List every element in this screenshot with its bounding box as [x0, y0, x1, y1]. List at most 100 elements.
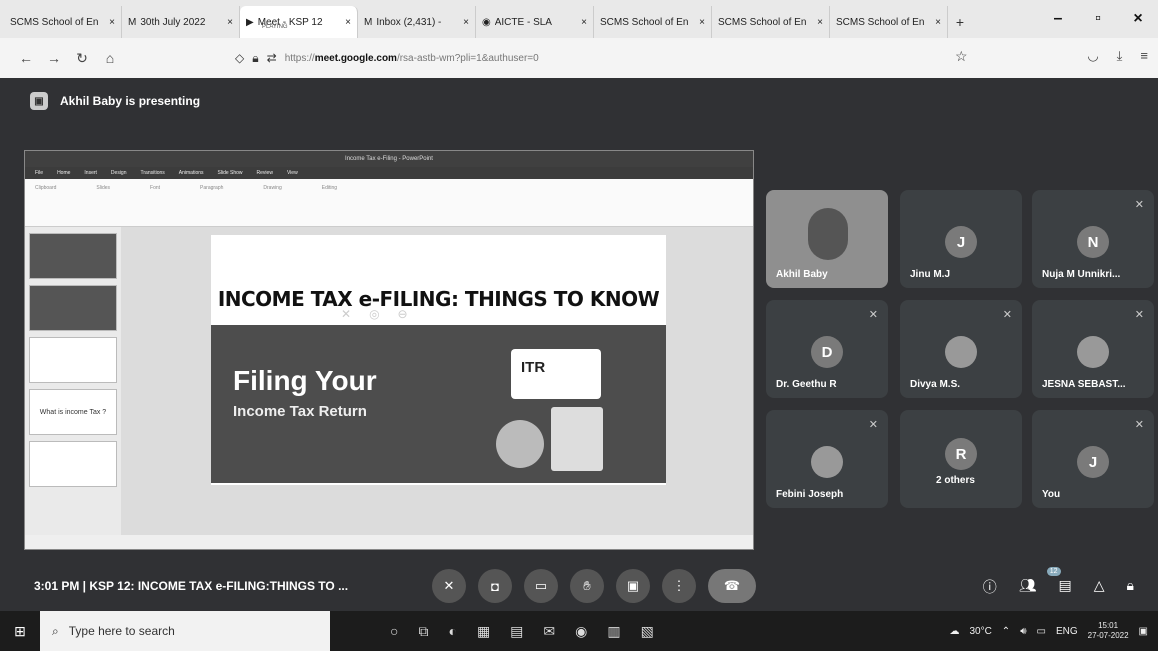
- back-icon[interactable]: ←: [12, 50, 40, 66]
- notifications-icon[interactable]: ▣: [1139, 626, 1148, 637]
- powerpoint-statusbar: [25, 535, 753, 549]
- mail-icon[interactable]: ✉: [543, 623, 555, 640]
- address-bar[interactable]: ◇ 🔒︎ ⇄ https://meet.google.com/rsa-astb-…: [235, 44, 995, 72]
- close-icon[interactable]: ×: [699, 17, 705, 28]
- participant-tile-self[interactable]: ✕ J You: [1032, 410, 1154, 508]
- browser-tab[interactable]: SCMS School of En ×: [712, 6, 830, 38]
- firefox-icon[interactable]: ◉: [575, 623, 587, 640]
- clock[interactable]: 15:01 27-07-2022: [1088, 621, 1129, 641]
- window-controls: – ▫ ×: [1038, 0, 1158, 38]
- cortana-icon[interactable]: ○: [390, 623, 398, 640]
- permissions-icon[interactable]: ⇄: [267, 51, 277, 65]
- close-window-icon[interactable]: ×: [1118, 0, 1158, 38]
- browser-tab[interactable]: SCMS School of En ×: [594, 6, 712, 38]
- browser-tab[interactable]: ◉ AICTE - SLA ×: [476, 6, 594, 38]
- url-host: meet.google.com: [314, 52, 397, 64]
- download-icon[interactable]: ⤓: [1117, 48, 1123, 64]
- call-controls: ✕ ◘ ▭ ✋︎ ▣ ⋮ ☎: [432, 569, 756, 603]
- presenter-banner: ▣ Akhil Baby is presenting: [30, 92, 200, 110]
- windows-start-icon[interactable]: ⊞: [0, 623, 40, 640]
- taskbar-apps: ○ ⧉ ◐ ▦ ▤ ✉ ◉ ▥ ▧: [390, 623, 654, 640]
- close-icon[interactable]: ×: [817, 17, 823, 28]
- avatar: J: [945, 226, 977, 258]
- banner-heading: Filing Your: [233, 365, 377, 396]
- browser-tab-active[interactable]: ▶ Meet - KSP 12 PLAYING ×: [240, 6, 358, 38]
- store-icon[interactable]: ▤: [510, 623, 523, 640]
- app-icon[interactable]: ▥: [607, 623, 620, 640]
- browser-tab[interactable]: M 30th July 2022 ×: [122, 6, 240, 38]
- gmail-icon: M: [128, 16, 137, 28]
- system-tray: ☁ 30°C ⌃ 🔊︎ ▭ ENG 15:01 27-07-2022 ▣: [949, 611, 1148, 651]
- reload-icon[interactable]: ↻: [68, 50, 96, 67]
- current-slide: INCOME TAX e-FILING: THINGS TO KNOW ✕ ◎ …: [211, 235, 666, 485]
- minimize-icon[interactable]: –: [1038, 0, 1078, 38]
- bookmark-star-icon[interactable]: ☆: [955, 48, 968, 65]
- weather-icon[interactable]: ☁: [949, 626, 959, 637]
- info-icon[interactable]: ⓘ: [983, 577, 997, 597]
- close-icon[interactable]: ×: [345, 17, 351, 28]
- activities-icon[interactable]: △: [1094, 577, 1105, 597]
- close-icon[interactable]: ×: [935, 17, 941, 28]
- chevron-up-icon[interactable]: ⌃: [1002, 626, 1010, 637]
- participant-tile[interactable]: ✕ N Nuja M Unnikri...: [1032, 190, 1154, 288]
- more-options-button[interactable]: ⋮: [662, 569, 696, 603]
- edge-icon[interactable]: ◐: [448, 623, 456, 640]
- participant-tile[interactable]: J Jinu M.J: [900, 190, 1022, 288]
- volume-icon[interactable]: 🔊︎: [1020, 626, 1026, 637]
- participant-tile[interactable]: ✕ JESNA SEBAST...: [1032, 300, 1154, 398]
- end-call-button[interactable]: ☎: [708, 569, 756, 603]
- calculator-illustration: [551, 407, 603, 471]
- chat-icon[interactable]: ▤: [1059, 577, 1072, 597]
- lang[interactable]: ENG: [1056, 626, 1078, 637]
- forward-icon[interactable]: →: [40, 50, 68, 66]
- app-icon[interactable]: ▦: [477, 623, 490, 640]
- presenting-text: Akhil Baby is presenting: [60, 94, 201, 108]
- maximize-icon[interactable]: ▫: [1078, 0, 1118, 38]
- mic-off-icon[interactable]: ✕: [341, 307, 351, 321]
- browser-tab[interactable]: SCMS School of En ×: [4, 6, 122, 38]
- participant-tile-others[interactable]: R 2 others: [900, 410, 1022, 508]
- present-button[interactable]: ▣: [616, 569, 650, 603]
- taskbar-search[interactable]: ⌕ Type here to search: [40, 611, 330, 651]
- pocket-icon[interactable]: ◡: [1087, 48, 1098, 64]
- home-icon[interactable]: ⌂: [96, 50, 124, 66]
- remove-icon[interactable]: ⊖: [398, 307, 408, 321]
- new-tab-button[interactable]: +: [948, 6, 972, 38]
- task-view-icon[interactable]: ⧉: [418, 623, 428, 640]
- avatar: J: [1077, 446, 1109, 478]
- mic-toggle-button[interactable]: ✕: [432, 569, 466, 603]
- windows-taskbar: ⊞ ⌕ Type here to search ○ ⧉ ◐ ▦ ▤ ✉ ◉ ▥ …: [0, 611, 1158, 651]
- mic-off-icon: ✕: [868, 309, 878, 321]
- browser-tab[interactable]: M Inbox (2,431) - ×: [358, 6, 476, 38]
- avatar: [1077, 336, 1109, 368]
- host-controls-icon[interactable]: 🔒︎: [1127, 577, 1134, 597]
- browser-tab[interactable]: SCMS School of En ×: [830, 6, 948, 38]
- shield-icon: ◇: [235, 51, 245, 65]
- participant-tile[interactable]: ✕ Febini Joseph: [766, 410, 888, 508]
- people-icon[interactable]: 👥︎ 12: [1019, 567, 1061, 597]
- meet-icon: ▶: [246, 16, 254, 28]
- close-icon[interactable]: ×: [227, 17, 233, 28]
- menu-icon[interactable]: ≡: [1140, 48, 1148, 64]
- raise-hand-button[interactable]: ✋︎: [570, 569, 604, 603]
- mic-off-icon: ✕: [1134, 199, 1144, 211]
- close-icon[interactable]: ×: [463, 17, 469, 28]
- network-icon[interactable]: ▭: [1037, 626, 1046, 637]
- participant-tile[interactable]: ✕ Divya M.S.: [900, 300, 1022, 398]
- url-prefix: https://: [284, 52, 315, 64]
- participant-tile[interactable]: Akhil Baby: [766, 190, 888, 288]
- powerpoint-body: What is income Tax ? INCOME TAX e-FILING…: [25, 227, 753, 535]
- powerpoint-menu: File Home Insert Design Transitions Animation…: [25, 167, 753, 179]
- camera-toggle-button[interactable]: ◘: [478, 569, 512, 603]
- slide-thumbnail: [29, 285, 117, 331]
- app-icon[interactable]: ▧: [641, 623, 654, 640]
- slide-title: INCOME TAX e-FILING: THINGS TO KNOW: [217, 287, 660, 311]
- close-icon[interactable]: ×: [581, 17, 587, 28]
- close-icon[interactable]: ×: [109, 17, 115, 28]
- participant-tile[interactable]: ✕ D Dr. Geethu R: [766, 300, 888, 398]
- fullscreen-icon[interactable]: ◎: [369, 307, 379, 321]
- avatar: [811, 446, 843, 478]
- meeting-info: 3:01 PM | KSP 12: INCOME TAX e-FILING:TH…: [34, 579, 349, 593]
- presenter-overlay-controls: ✕ ◎ ⊖: [341, 307, 408, 321]
- captions-button[interactable]: ▭: [524, 569, 558, 603]
